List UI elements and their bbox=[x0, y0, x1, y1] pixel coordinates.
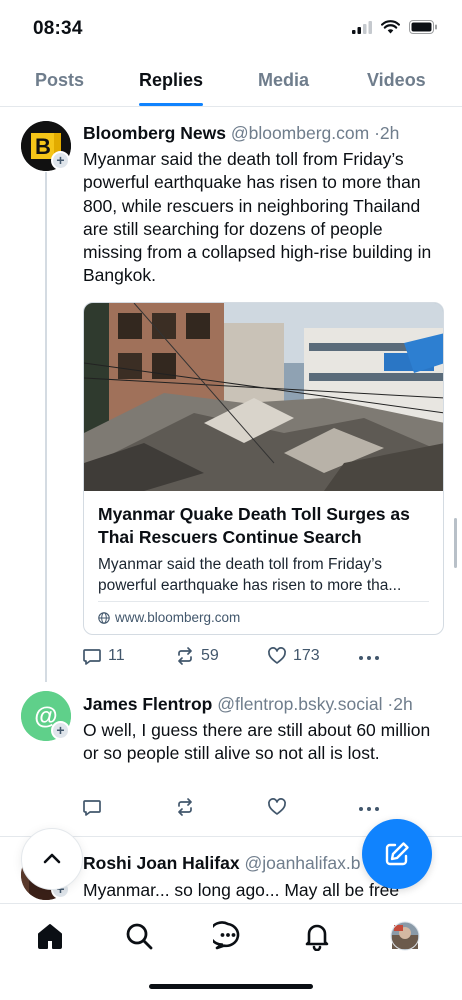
nav-chat[interactable] bbox=[212, 920, 244, 952]
tab-media[interactable]: Media bbox=[258, 70, 309, 91]
author-handle[interactable]: @flentrop.bsky.social bbox=[217, 694, 382, 714]
like-count: 173 bbox=[293, 647, 320, 664]
bell-icon bbox=[305, 924, 329, 951]
active-tab-indicator bbox=[139, 103, 203, 106]
repost-button[interactable]: 59 bbox=[175, 646, 219, 666]
globe-icon bbox=[98, 611, 110, 624]
scrollbar-thumb[interactable] bbox=[454, 518, 457, 568]
repost-count: 59 bbox=[201, 647, 219, 664]
author-handle[interactable]: @bloomberg.com bbox=[231, 123, 369, 143]
like-button[interactable]: 173 bbox=[267, 646, 320, 666]
author-name[interactable]: Bloomberg News bbox=[83, 123, 226, 143]
compose-button[interactable] bbox=[362, 819, 432, 889]
reply-icon bbox=[83, 800, 101, 816]
post-actions: 11 59 173 bbox=[82, 646, 382, 670]
search-icon bbox=[126, 923, 153, 950]
author-handle[interactable]: @joanhalifax.b bbox=[244, 853, 360, 873]
status-icons bbox=[352, 20, 438, 34]
heart-icon bbox=[268, 798, 286, 815]
repost-icon bbox=[178, 798, 192, 816]
post-text: Myanmar said the death toll from Friday’… bbox=[83, 149, 432, 286]
nav-profile[interactable] bbox=[389, 920, 421, 952]
nav-notifications[interactable] bbox=[301, 920, 333, 952]
post-time: 2h bbox=[393, 694, 413, 714]
repost-icon bbox=[178, 647, 192, 665]
nav-home[interactable] bbox=[34, 920, 66, 952]
link-card-domain-text: www.bloomberg.com bbox=[115, 610, 241, 625]
author-name[interactable]: James Flentrop bbox=[83, 694, 212, 714]
link-card-description: Myanmar said the death toll from Friday’… bbox=[98, 556, 402, 594]
home-icon bbox=[38, 924, 62, 949]
nav-search[interactable] bbox=[123, 920, 155, 952]
reply-count: 11 bbox=[108, 647, 125, 664]
more-dots-icon bbox=[359, 807, 379, 811]
reply-button[interactable] bbox=[82, 797, 108, 817]
post-header: Bloomberg News @bloomberg.com ·2h bbox=[83, 123, 399, 144]
post-actions bbox=[82, 797, 382, 821]
follow-plus-icon[interactable]: + bbox=[51, 721, 70, 740]
like-button[interactable] bbox=[267, 797, 293, 817]
scroll-to-top-button[interactable] bbox=[21, 828, 83, 890]
more-options-button[interactable] bbox=[358, 648, 380, 668]
post-header: James Flentrop @flentrop.bsky.social ·2h bbox=[83, 694, 413, 715]
follow-plus-icon[interactable]: + bbox=[51, 151, 70, 170]
tab-posts[interactable]: Posts bbox=[35, 70, 84, 91]
tab-videos[interactable]: Videos bbox=[367, 70, 426, 91]
reply-icon bbox=[83, 649, 101, 665]
thread-line bbox=[45, 172, 47, 682]
signal-icon bbox=[352, 20, 372, 34]
chevron-up-icon bbox=[43, 853, 61, 864]
compose-icon bbox=[385, 842, 409, 866]
wifi-icon bbox=[381, 20, 400, 34]
profile-avatar bbox=[390, 921, 420, 951]
link-card-image bbox=[84, 303, 443, 491]
more-options-button[interactable] bbox=[358, 799, 380, 819]
chat-icon bbox=[213, 921, 240, 950]
author-name[interactable]: Roshi Joan Halifax bbox=[83, 853, 240, 873]
link-card-title: Myanmar Quake Death Toll Surges as Thai … bbox=[98, 504, 410, 547]
heart-icon bbox=[268, 647, 286, 664]
status-bar: 08:34 bbox=[0, 0, 462, 58]
battery-icon bbox=[409, 20, 437, 34]
status-time: 08:34 bbox=[33, 18, 83, 39]
repost-button[interactable] bbox=[175, 797, 201, 817]
tab-replies[interactable]: Replies bbox=[139, 70, 203, 91]
post-time: 2h bbox=[379, 123, 400, 143]
reply-button[interactable]: 11 bbox=[82, 646, 125, 666]
post-text: O well, I guess there are still about 60… bbox=[83, 720, 431, 764]
home-indicator bbox=[149, 984, 313, 989]
avatar-letter: B bbox=[35, 134, 51, 159]
link-card[interactable]: Myanmar Quake Death Toll Surges as Thai … bbox=[83, 302, 444, 635]
more-dots-icon bbox=[359, 656, 379, 660]
link-card-divider bbox=[98, 601, 429, 602]
link-card-domain: www.bloomberg.com bbox=[98, 610, 240, 625]
profile-tabs: Posts Replies Media Videos bbox=[0, 58, 462, 107]
